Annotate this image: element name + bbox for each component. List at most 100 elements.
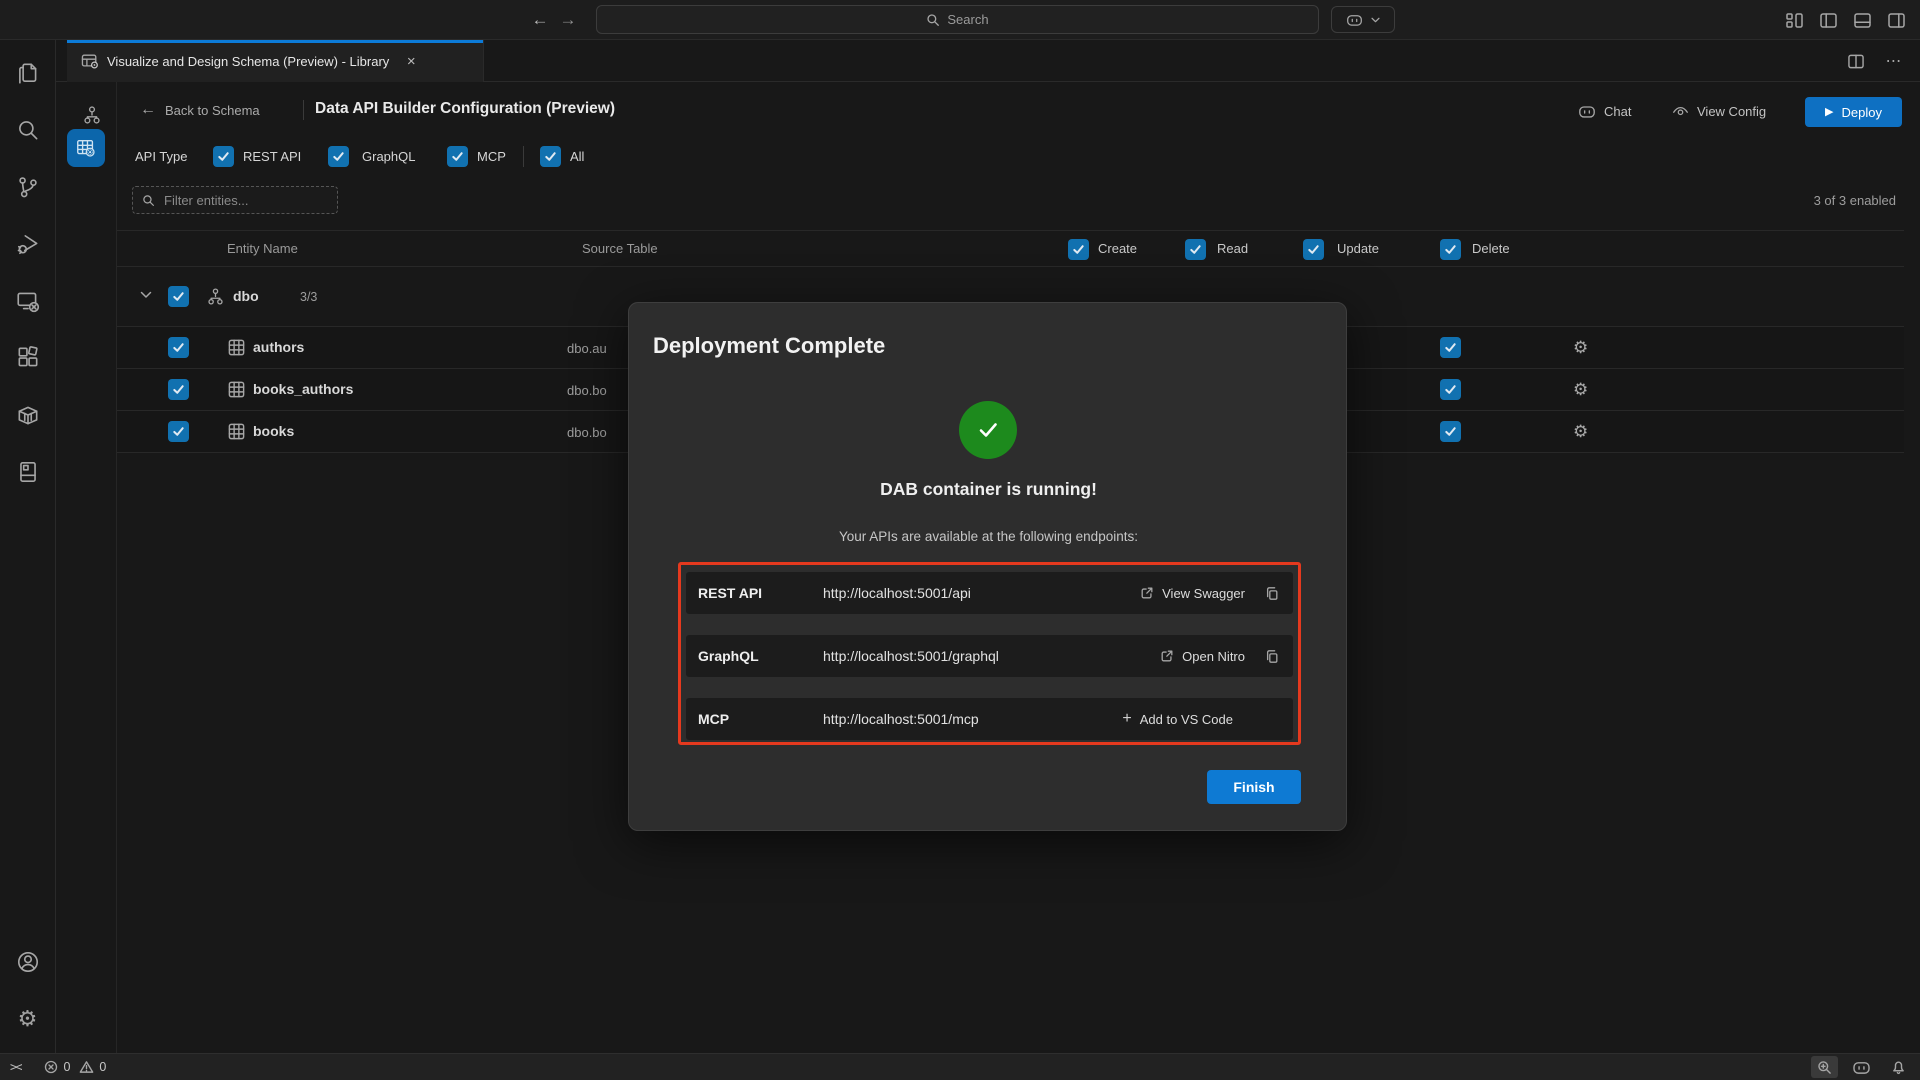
checkbox-rest-api[interactable] xyxy=(213,146,234,167)
success-check-icon xyxy=(959,401,1017,459)
action-label: Add to VS Code xyxy=(1140,712,1233,727)
enabled-count: 3 of 3 enabled xyxy=(1814,193,1896,208)
row-checkbox[interactable] xyxy=(168,421,189,442)
checkbox-update-all[interactable] xyxy=(1303,239,1324,260)
checkbox-create-all[interactable] xyxy=(1068,239,1089,260)
editor-more-actions-button[interactable]: ⋯ xyxy=(1882,49,1906,73)
sidebar-item-remote-explorer[interactable] xyxy=(4,277,52,325)
copy-button[interactable] xyxy=(1265,586,1279,601)
row-checkbox[interactable] xyxy=(168,379,189,400)
tab-title: Visualize and Design Schema (Preview) - … xyxy=(107,54,389,69)
gear-icon: ⚙ xyxy=(18,1008,38,1030)
nav-forward-button[interactable]: → xyxy=(556,8,580,32)
schema-view-button[interactable] xyxy=(72,99,112,131)
open-nitro-link[interactable]: Open Nitro xyxy=(1160,649,1245,664)
checkbox-all[interactable] xyxy=(540,146,561,167)
account-icon xyxy=(15,949,41,975)
problems-status[interactable]: 0 0 xyxy=(44,1060,106,1074)
search-icon xyxy=(15,117,41,143)
row-settings-button[interactable]: ⚙ xyxy=(1573,339,1588,356)
settings-button[interactable]: ⚙ xyxy=(4,995,52,1043)
editor-tab-bar: Visualize and Design Schema (Preview) - … xyxy=(56,40,1920,82)
view-config-button[interactable]: View Config xyxy=(1672,98,1766,124)
warning-icon xyxy=(79,1060,94,1074)
row-settings-button[interactable]: ⚙ xyxy=(1573,381,1588,398)
toggle-secondary-sidebar-button[interactable] xyxy=(1884,8,1908,32)
remote-indicator[interactable]: >< xyxy=(10,1060,20,1074)
eye-icon xyxy=(1672,104,1689,118)
remote-monitor-icon xyxy=(15,288,41,314)
search-icon xyxy=(926,13,940,27)
sidebar-item-extensions[interactable] xyxy=(4,334,52,382)
endpoints-subtitle: Your APIs are available at the following… xyxy=(629,529,1348,544)
tab-close-button[interactable]: × xyxy=(401,51,421,71)
table-gear-icon xyxy=(75,137,97,159)
account-button[interactable] xyxy=(4,938,52,986)
api-builder-view-button[interactable] xyxy=(67,129,105,167)
title-bar: ← → Search xyxy=(0,0,1920,40)
sidebar-item-source-control[interactable] xyxy=(4,163,52,211)
deploy-button[interactable]: ▶ Deploy xyxy=(1805,97,1902,127)
arrow-left-icon: ← xyxy=(140,101,156,119)
files-icon xyxy=(15,60,41,86)
endpoint-label: GraphQL xyxy=(698,648,823,664)
external-link-icon xyxy=(1140,586,1154,600)
endpoints-panel: REST API http://localhost:5001/api View … xyxy=(678,562,1301,745)
sidebar-item-explorer[interactable] xyxy=(4,49,52,97)
api-type-label: API Type xyxy=(135,149,188,164)
sidebar-item-database[interactable] xyxy=(4,448,52,496)
add-to-vscode-link[interactable]: + Add to VS Code xyxy=(1122,711,1233,727)
column-entity-name: Entity Name xyxy=(227,241,298,256)
toggle-panel-button[interactable] xyxy=(1850,8,1874,32)
delete-checkbox[interactable] xyxy=(1440,337,1461,358)
editor-tab[interactable]: Visualize and Design Schema (Preview) - … xyxy=(67,40,484,82)
split-editor-button[interactable] xyxy=(1844,49,1868,73)
action-label: Open Nitro xyxy=(1182,649,1245,664)
checkbox-mcp[interactable] xyxy=(447,146,468,167)
finish-button[interactable]: Finish xyxy=(1207,770,1301,804)
container-box-icon xyxy=(15,402,41,428)
copilot-chat-button[interactable] xyxy=(1331,6,1395,33)
row-settings-button[interactable]: ⚙ xyxy=(1573,423,1588,440)
checkbox-read-all[interactable] xyxy=(1185,239,1206,260)
external-link-icon xyxy=(1160,649,1174,663)
endpoint-row-graphql: GraphQL http://localhost:5001/graphql Op… xyxy=(686,635,1293,677)
bell-icon xyxy=(1891,1059,1906,1075)
column-update: Update xyxy=(1337,241,1379,256)
checkbox-graphql[interactable] xyxy=(328,146,349,167)
action-label: View Swagger xyxy=(1162,586,1245,601)
chat-button[interactable]: Chat xyxy=(1578,98,1631,124)
mcp-option-label: MCP xyxy=(477,149,506,164)
nav-back-button[interactable]: ← xyxy=(528,8,552,32)
all-option-label: All xyxy=(570,149,584,164)
zoom-status-button[interactable] xyxy=(1811,1056,1838,1078)
column-read: Read xyxy=(1217,241,1248,256)
chevron-down-icon[interactable] xyxy=(140,291,152,299)
back-to-schema-link[interactable]: ← Back to Schema xyxy=(140,96,260,124)
view-swagger-link[interactable]: View Swagger xyxy=(1140,586,1245,601)
extensions-icon xyxy=(15,345,41,371)
entity-name: books_authors xyxy=(253,381,353,397)
checkbox-delete-all[interactable] xyxy=(1440,239,1461,260)
warning-count: 0 xyxy=(99,1060,106,1074)
copy-button[interactable] xyxy=(1265,649,1279,664)
sidebar-item-run-debug[interactable] xyxy=(4,220,52,268)
row-checkbox[interactable] xyxy=(168,337,189,358)
zoom-in-icon xyxy=(1817,1060,1832,1075)
toggle-primary-sidebar-button[interactable] xyxy=(1816,8,1840,32)
sidebar-item-search[interactable] xyxy=(4,106,52,154)
delete-checkbox[interactable] xyxy=(1440,421,1461,442)
page-title: Data API Builder Configuration (Preview) xyxy=(315,100,615,118)
endpoint-row-rest: REST API http://localhost:5001/api View … xyxy=(686,572,1293,614)
git-branch-icon xyxy=(15,174,41,200)
source-table: dbo.au xyxy=(567,341,607,356)
notifications-button[interactable] xyxy=(1885,1056,1912,1078)
sidebar-item-containers[interactable] xyxy=(4,391,52,439)
customize-layout-button[interactable] xyxy=(1782,8,1806,32)
copilot-status-button[interactable] xyxy=(1846,1056,1877,1078)
command-center-search[interactable]: Search xyxy=(596,5,1319,34)
group-checkbox[interactable] xyxy=(168,286,189,307)
plus-icon: + xyxy=(1122,711,1131,727)
filter-entities-input[interactable] xyxy=(162,192,316,209)
delete-checkbox[interactable] xyxy=(1440,379,1461,400)
